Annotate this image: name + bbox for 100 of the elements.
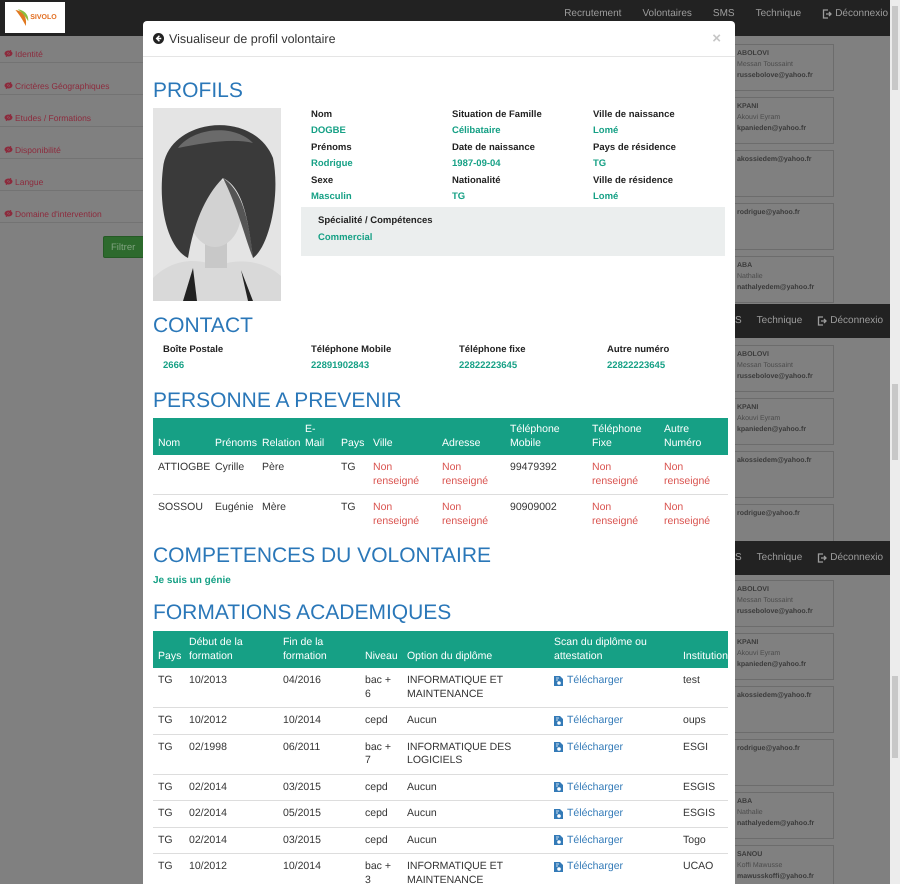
column-header: Institution: [678, 631, 728, 668]
download-link[interactable]: Télécharger: [554, 740, 624, 754]
logout-icon: [822, 9, 832, 19]
column-header: Prénoms: [210, 418, 257, 455]
section-heading: CONTACT: [153, 314, 254, 338]
table-cell: 04/2016: [283, 674, 321, 686]
table-cell: Non renseigné: [373, 461, 420, 486]
logout-link[interactable]: Déconnexio: [817, 315, 884, 327]
table-cell: INFORMATIQUE DES LOGICIELS: [407, 740, 512, 766]
table-cell: INFORMATIQUE ET MAINTENANCE: [407, 674, 503, 700]
table-cell: Père: [262, 461, 284, 473]
field-value: 22822223645: [459, 360, 518, 372]
table-cell: bac + 6: [365, 674, 391, 700]
table-cell: 05/2015: [283, 807, 321, 819]
nav-link[interactable]: Recrutement: [564, 8, 622, 20]
logout-icon: [817, 316, 828, 326]
table-cell: 03/2015: [283, 780, 321, 792]
download-link[interactable]: Télécharger: [554, 860, 624, 874]
table-cell: bac + 7: [365, 740, 391, 766]
table-cell: Non renseigné: [373, 501, 420, 526]
logout-link[interactable]: Déconnexio: [817, 552, 884, 564]
field-label: Nom: [311, 109, 334, 121]
nav-link[interactable]: SMS: [712, 8, 735, 20]
download-link[interactable]: Télécharger: [554, 807, 624, 820]
nav-link[interactable]: S: [735, 552, 742, 564]
column-header: Autre Numéro: [659, 418, 728, 455]
table-cell: 02/2014: [189, 780, 227, 792]
field-value: Lomé: [593, 125, 620, 137]
table-cell: Non renseigné: [664, 501, 710, 526]
table-cell: 99479392: [510, 461, 557, 473]
scrollbar[interactable]: [890, 0, 900, 884]
scrollbar-thumb[interactable]: [892, 6, 898, 90]
table-cell: Eugénie: [215, 501, 254, 513]
eye-slash-icon: [4, 82, 13, 89]
scrollbar-thumb[interactable]: [892, 384, 898, 460]
column-header: Nom: [153, 418, 210, 455]
column-header: E-Mail: [300, 418, 336, 455]
back-icon[interactable]: [153, 33, 164, 44]
scrollbar-thumb[interactable]: [892, 676, 898, 758]
table-cell: Non renseigné: [442, 461, 488, 486]
field-label: Sexe: [311, 175, 334, 187]
nav-link[interactable]: Technique: [756, 315, 802, 327]
file-icon: [554, 742, 563, 752]
close-button[interactable]: ×: [708, 30, 725, 47]
field-value: 2666: [163, 360, 186, 372]
field-label: Prénoms: [311, 142, 353, 154]
table-cell: cepd: [365, 834, 388, 846]
nav-link[interactable]: Technique: [756, 552, 802, 564]
column-header: Option du diplôme: [402, 631, 549, 668]
table-cell: Togo: [683, 834, 706, 846]
field-value: Rodrigue: [311, 158, 354, 170]
field-label: Ville de naissance: [593, 109, 676, 121]
download-link[interactable]: Télécharger: [554, 780, 624, 794]
table-cell: 10/2012: [189, 860, 227, 872]
column-header: Ville: [368, 418, 437, 455]
eye-slash-icon: [4, 146, 13, 153]
table-cell: ESGI: [683, 740, 708, 752]
logout-link[interactable]: Déconnexio: [822, 8, 888, 20]
column-header: Téléphone Mobile: [505, 418, 587, 455]
field-label: Boîte Postale: [163, 344, 224, 356]
table-cell: ESGIS: [683, 807, 716, 819]
download-link[interactable]: Télécharger: [554, 834, 624, 847]
table-cell: UCAO: [683, 860, 714, 872]
field-value: Célibataire: [452, 125, 502, 137]
file-icon: [554, 808, 563, 819]
download-link[interactable]: Télécharger: [554, 714, 624, 728]
table-cell: Non renseigné: [592, 461, 638, 486]
table-cell: cepd: [365, 714, 388, 726]
table-cell: INFORMATIQUE ET MAINTENANCE: [407, 860, 503, 884]
section-heading: PERSONNE A PREVENIR: [153, 389, 403, 413]
field-value: TG: [593, 158, 608, 170]
field-label: Pays de résidence: [593, 142, 677, 154]
table-cell: TG: [158, 834, 173, 846]
table-cell: 90909002: [510, 501, 557, 513]
column-header: Fin de la formation: [278, 631, 360, 668]
download-link[interactable]: Télécharger: [554, 674, 624, 688]
file-icon: [554, 862, 563, 872]
table-cell: ATTIOGBE: [158, 461, 210, 473]
field-value: 22891902843: [311, 360, 370, 372]
section-heading: PROFILS: [153, 79, 244, 103]
table-cell: Aucun: [407, 714, 437, 726]
eye-slash-icon: [4, 50, 13, 57]
table-cell: 10/2012: [189, 714, 227, 726]
table-cell: 10/2013: [189, 674, 227, 686]
nav-link[interactable]: Volontaires: [642, 8, 692, 20]
nav-link[interactable]: S: [735, 315, 742, 327]
table-cell: bac + 3: [365, 860, 391, 884]
nav-link[interactable]: Technique: [756, 8, 802, 20]
field-value: Masculin: [311, 191, 353, 203]
field-label: Téléphone Mobile: [311, 344, 392, 356]
column-header: Relation: [257, 418, 300, 455]
column-header: Scan du diplôme ou attestation: [549, 631, 678, 668]
table-cell: Non renseigné: [664, 461, 710, 486]
field-label: Situation de Famille: [452, 109, 543, 121]
field-value: DOGBE: [311, 125, 347, 137]
table-cell: Aucun: [407, 834, 437, 846]
table-cell: ESGIS: [683, 780, 716, 792]
filter-button[interactable]: Filtrer: [103, 236, 143, 258]
table-cell: Aucun: [407, 807, 437, 819]
section-heading: COMPETENCES DU VOLONTAIRE: [153, 544, 492, 568]
